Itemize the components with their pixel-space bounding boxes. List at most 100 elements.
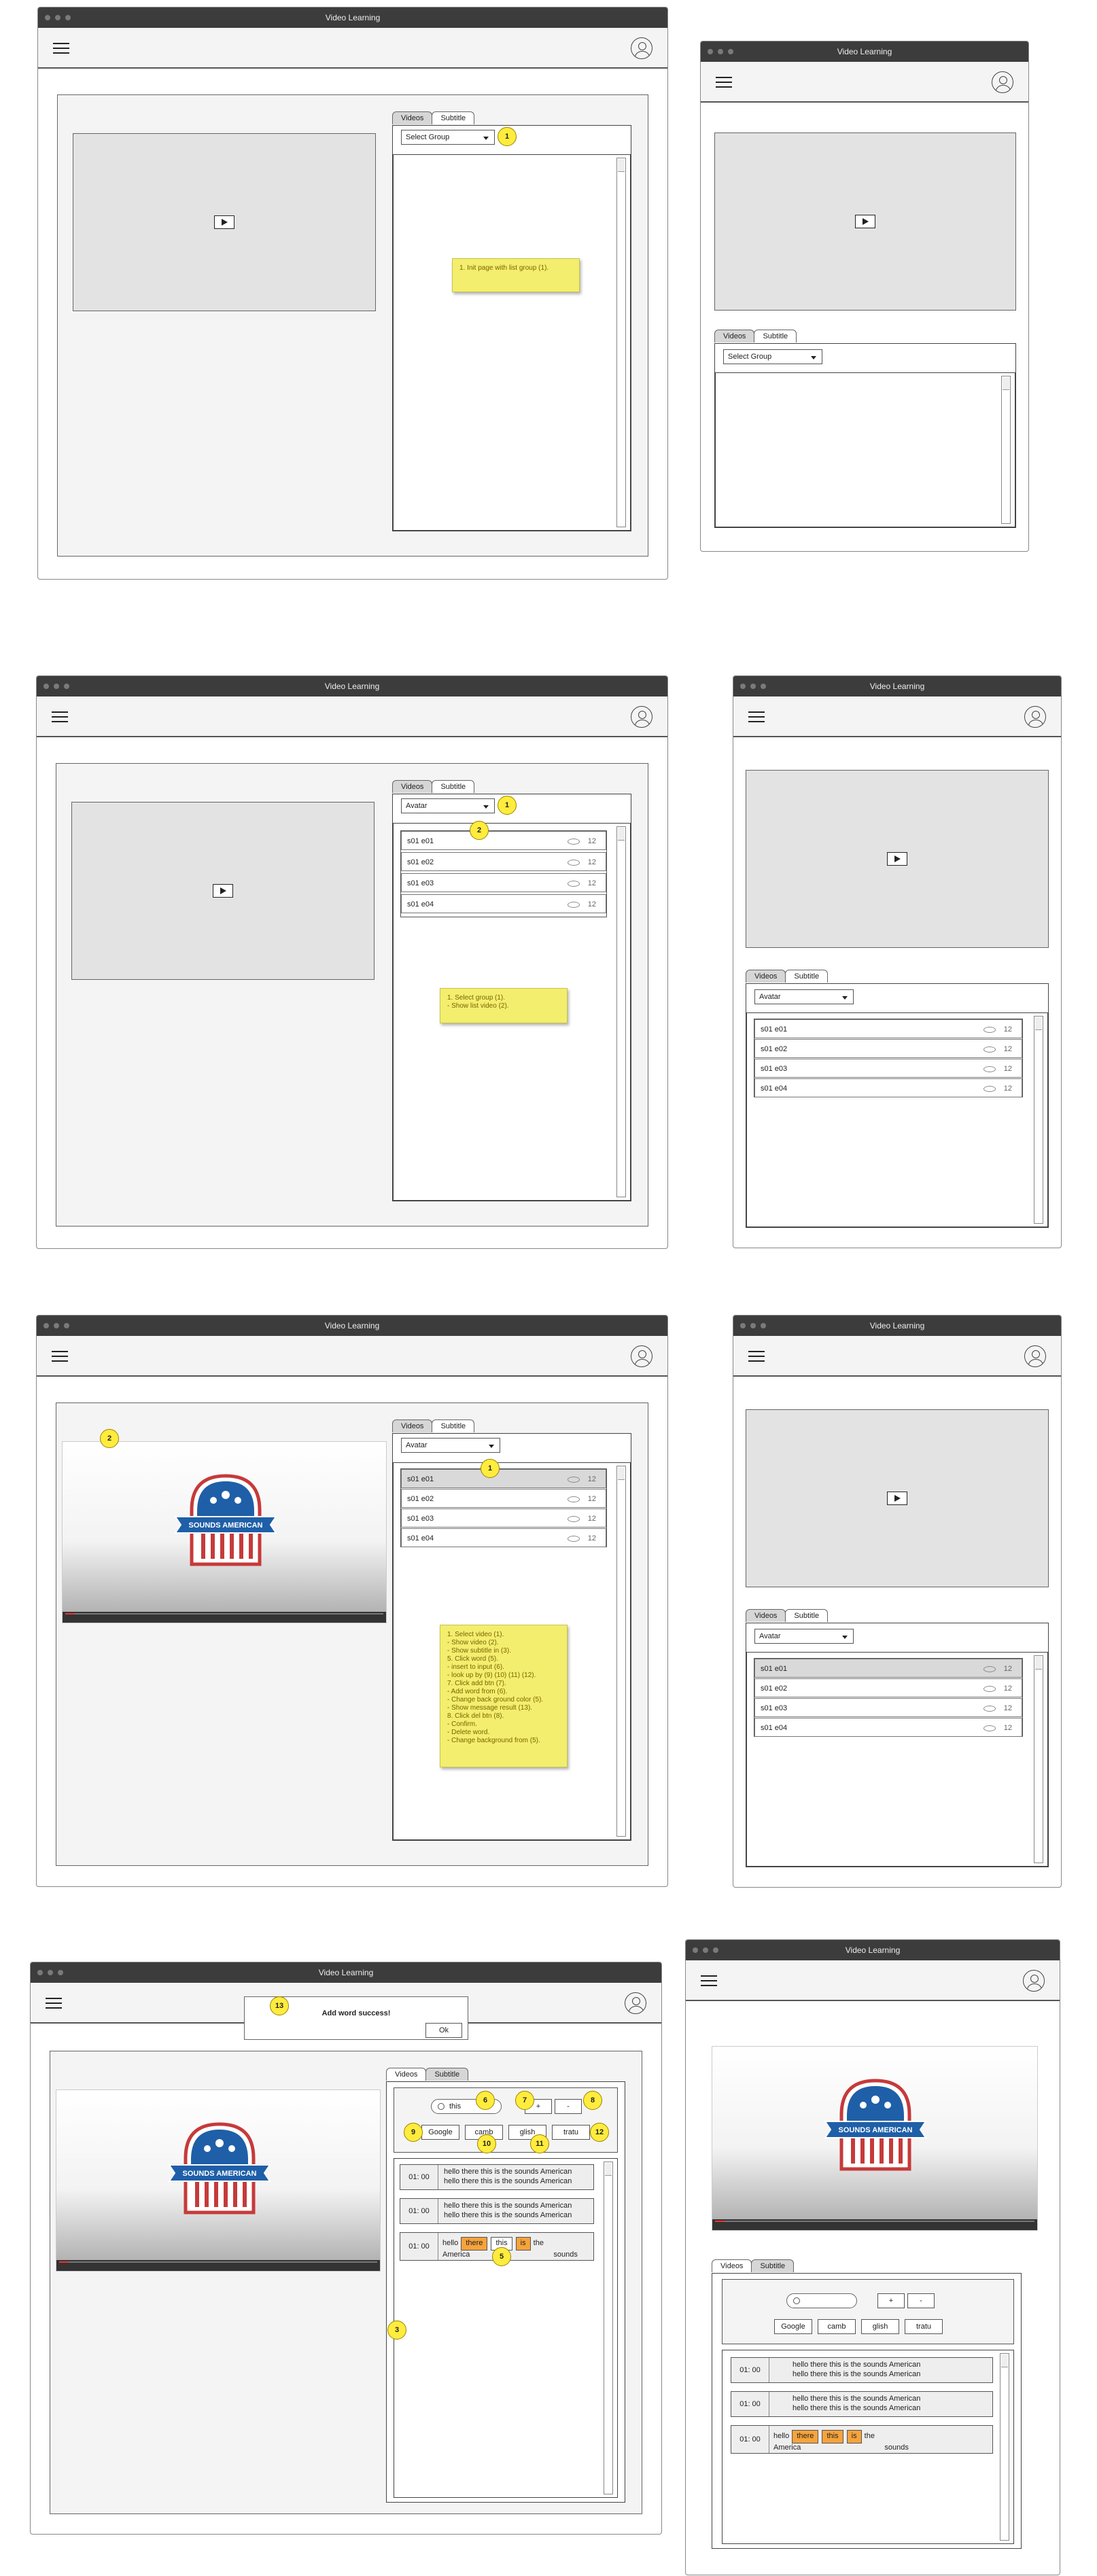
subtitle-word[interactable]: hello: [442, 2239, 458, 2247]
video-player-placeholder[interactable]: [746, 1409, 1049, 1587]
user-avatar-icon[interactable]: [631, 37, 652, 59]
list-item[interactable]: s01 e02 12: [754, 1039, 1022, 1058]
scrollbar[interactable]: [604, 2162, 613, 2494]
search-input[interactable]: [786, 2293, 857, 2308]
play-icon[interactable]: [214, 215, 234, 229]
subtitle-row[interactable]: 01: 00 hello there this is the sounds Ame…: [400, 2164, 594, 2190]
video-player[interactable]: SOUNDS AMERICAN: [712, 2046, 1038, 2231]
group-select[interactable]: Avatar: [754, 1629, 854, 1644]
tab-subtitle[interactable]: Subtitle: [751, 2259, 795, 2272]
tratu-lookup-button[interactable]: tratu: [552, 2125, 590, 2140]
tab-videos[interactable]: Videos: [712, 2259, 752, 2272]
play-icon[interactable]: [887, 852, 907, 866]
hamburger-menu-icon[interactable]: [53, 43, 69, 55]
list-item[interactable]: s01 e04 12: [754, 1078, 1022, 1097]
play-icon[interactable]: [887, 1492, 907, 1505]
list-item[interactable]: s01 e02 12: [401, 852, 606, 871]
scrollbar[interactable]: [1034, 1655, 1043, 1863]
add-word-button[interactable]: +: [877, 2293, 905, 2308]
list-item[interactable]: s01 e02 12: [754, 1678, 1022, 1697]
group-select[interactable]: Avatar: [401, 798, 495, 813]
subtitle-word[interactable]: sounds: [884, 2443, 908, 2452]
google-lookup-button[interactable]: Google: [774, 2319, 812, 2334]
camb-lookup-button[interactable]: camb: [818, 2319, 856, 2334]
group-select[interactable]: Select Group: [401, 130, 495, 145]
list-item[interactable]: s01 e01 12: [754, 1019, 1022, 1038]
tab-videos[interactable]: Videos: [392, 1419, 433, 1432]
list-item[interactable]: s01 e04 12: [401, 894, 606, 913]
list-item[interactable]: s01 e03 12: [754, 1059, 1022, 1078]
tab-videos[interactable]: Videos: [746, 970, 786, 983]
subtitle-word[interactable]: America: [442, 2251, 470, 2259]
group-select[interactable]: Select Group: [723, 349, 822, 364]
user-avatar-icon[interactable]: [631, 1345, 652, 1367]
user-avatar-icon[interactable]: [992, 71, 1013, 93]
subtitle-word-saved[interactable]: there: [792, 2430, 819, 2443]
user-avatar-icon[interactable]: [625, 1992, 646, 2014]
subtitle-row[interactable]: 01: 00 hello there this is the sounds Ame…: [400, 2198, 594, 2224]
delete-word-button[interactable]: -: [555, 2099, 582, 2114]
subtitle-row[interactable]: 01: 00 hello there this is the sounds Ame…: [731, 2357, 993, 2383]
play-icon[interactable]: [213, 884, 233, 898]
subtitle-row-words[interactable]: 01: 00 hello there this is the America s…: [731, 2425, 993, 2454]
video-player-placeholder[interactable]: [714, 133, 1016, 311]
list-item-selected[interactable]: s01 e01 12: [754, 1659, 1022, 1678]
google-lookup-button[interactable]: Google: [421, 2125, 459, 2140]
tab-subtitle[interactable]: Subtitle: [432, 1419, 475, 1432]
glish-lookup-button[interactable]: glish: [861, 2319, 899, 2334]
tab-videos[interactable]: Videos: [392, 111, 433, 124]
hamburger-menu-icon[interactable]: [52, 1351, 68, 1363]
list-item[interactable]: s01 e04 12: [401, 1528, 606, 1547]
play-icon[interactable]: [855, 215, 875, 228]
scrollbar[interactable]: [616, 158, 626, 527]
video-controls[interactable]: [712, 2219, 1037, 2230]
subtitle-word[interactable]: America: [773, 2443, 801, 2452]
tab-subtitle[interactable]: Subtitle: [432, 111, 475, 124]
user-avatar-icon[interactable]: [1023, 1970, 1045, 1992]
subtitle-word[interactable]: hello: [773, 2432, 789, 2440]
list-item[interactable]: s01 e02 12: [401, 1489, 606, 1508]
delete-word-button[interactable]: -: [907, 2293, 935, 2308]
list-item[interactable]: s01 e01 12: [401, 831, 606, 850]
tab-videos[interactable]: Videos: [746, 1609, 786, 1622]
scrollbar[interactable]: [616, 826, 626, 1197]
tab-subtitle[interactable]: Subtitle: [754, 330, 797, 342]
video-player[interactable]: SOUNDS AMERICAN: [56, 2089, 381, 2272]
video-player-placeholder[interactable]: [71, 802, 375, 980]
video-player[interactable]: SOUNDS AMERICAN: [62, 1441, 387, 1623]
list-item[interactable]: s01 e03 12: [401, 873, 606, 892]
tab-videos[interactable]: Videos: [386, 2068, 427, 2081]
tratu-lookup-button[interactable]: tratu: [905, 2319, 943, 2334]
video-controls[interactable]: [63, 1612, 386, 1623]
subtitle-row[interactable]: 01: 00 hello there this is the sounds Ame…: [731, 2391, 993, 2417]
list-item-selected[interactable]: s01 e01 12: [401, 1469, 606, 1488]
subtitle-word-saved[interactable]: this: [822, 2430, 843, 2443]
subtitle-word-saved[interactable]: is: [515, 2237, 531, 2251]
video-player-placeholder[interactable]: [746, 770, 1049, 948]
list-item[interactable]: s01 e03 12: [754, 1698, 1022, 1717]
tab-videos[interactable]: Videos: [392, 780, 433, 793]
hamburger-menu-icon[interactable]: [52, 711, 68, 724]
subtitle-word[interactable]: sounds: [553, 2251, 577, 2259]
scrollbar[interactable]: [1000, 2353, 1009, 2541]
hamburger-menu-icon[interactable]: [701, 1975, 717, 1988]
list-item[interactable]: s01 e03 12: [401, 1508, 606, 1528]
tab-subtitle[interactable]: Subtitle: [785, 970, 829, 983]
subtitle-word-saved[interactable]: is: [846, 2430, 862, 2443]
subtitle-word[interactable]: the: [865, 2432, 875, 2440]
scrollbar[interactable]: [1001, 376, 1011, 524]
user-avatar-icon[interactable]: [631, 706, 652, 728]
hamburger-menu-icon[interactable]: [748, 1351, 765, 1363]
subtitle-word-saved[interactable]: there: [461, 2237, 488, 2251]
ok-button[interactable]: Ok: [425, 2023, 462, 2038]
hamburger-menu-icon[interactable]: [716, 77, 732, 89]
group-select[interactable]: Avatar: [754, 989, 854, 1004]
user-avatar-icon[interactable]: [1024, 706, 1046, 728]
tab-videos[interactable]: Videos: [714, 330, 755, 342]
video-controls[interactable]: [56, 2260, 380, 2271]
hamburger-menu-icon[interactable]: [748, 711, 765, 724]
scrollbar[interactable]: [616, 1466, 626, 1837]
hamburger-menu-icon[interactable]: [46, 1998, 62, 2010]
tab-subtitle[interactable]: Subtitle: [432, 780, 475, 793]
video-player-placeholder[interactable]: [73, 133, 376, 311]
